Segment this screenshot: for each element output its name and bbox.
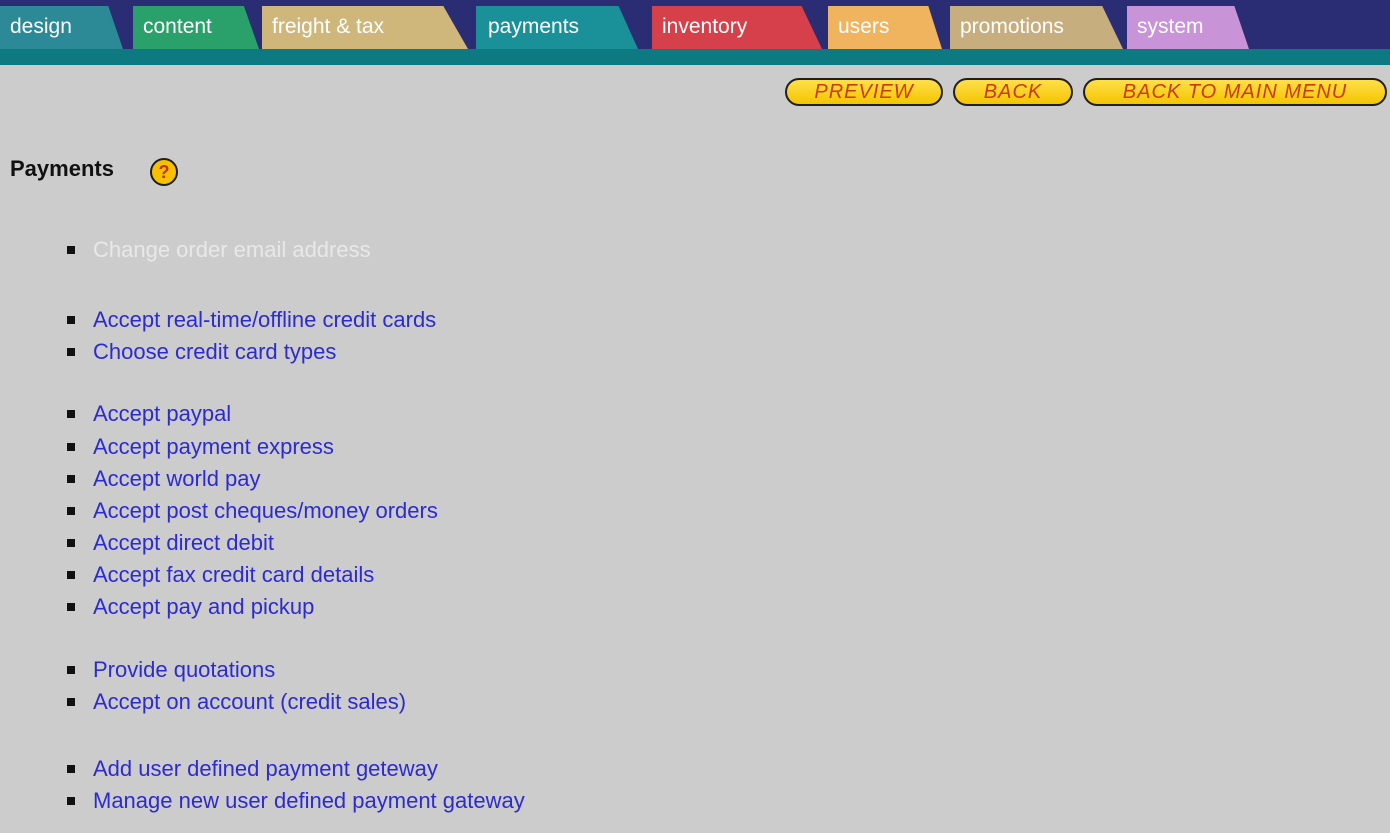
menu-item-change-order-email-address: Change order email address (67, 234, 371, 266)
payments-menu: Change order email address Accept real-t… (0, 0, 1390, 833)
menu-item-accept-on-account[interactable]: Accept on account (credit sales) (67, 686, 406, 718)
bullet-icon (67, 666, 75, 674)
bullet-icon (67, 571, 75, 579)
menu-item-accept-pay-and-pickup[interactable]: Accept pay and pickup (67, 591, 314, 623)
menu-link[interactable]: Manage new user defined payment gateway (93, 790, 525, 812)
bullet-icon (67, 246, 75, 254)
menu-item-manage-payment-gateway[interactable]: Manage new user defined payment gateway (67, 785, 525, 817)
bullet-icon (67, 698, 75, 706)
menu-item-accept-world-pay[interactable]: Accept world pay (67, 463, 261, 495)
menu-link[interactable]: Accept fax credit card details (93, 564, 374, 586)
menu-item-accept-direct-debit[interactable]: Accept direct debit (67, 527, 274, 559)
bullet-icon (67, 410, 75, 418)
bullet-icon (67, 443, 75, 451)
menu-item-accept-credit-cards[interactable]: Accept real-time/offline credit cards (67, 304, 436, 336)
bullet-icon (67, 348, 75, 356)
menu-item-accept-paypal[interactable]: Accept paypal (67, 398, 231, 430)
bullet-icon (67, 765, 75, 773)
bullet-icon (67, 507, 75, 515)
menu-link[interactable]: Choose credit card types (93, 341, 336, 363)
menu-item-add-payment-gateway[interactable]: Add user defined payment geteway (67, 753, 438, 785)
menu-link[interactable]: Accept pay and pickup (93, 596, 314, 618)
bullet-icon (67, 797, 75, 805)
menu-link[interactable]: Accept world pay (93, 468, 261, 490)
menu-link[interactable]: Provide quotations (93, 659, 275, 681)
menu-item-provide-quotations[interactable]: Provide quotations (67, 654, 275, 686)
bullet-icon (67, 603, 75, 611)
menu-link[interactable]: Accept on account (credit sales) (93, 691, 406, 713)
menu-link[interactable]: Accept real-time/offline credit cards (93, 309, 436, 331)
bullet-icon (67, 475, 75, 483)
menu-link[interactable]: Accept paypal (93, 403, 231, 425)
menu-item-choose-credit-card-types[interactable]: Choose credit card types (67, 336, 336, 368)
menu-link[interactable]: Accept post cheques/money orders (93, 500, 438, 522)
bullet-icon (67, 539, 75, 547)
menu-link: Change order email address (93, 237, 371, 262)
bullet-icon (67, 316, 75, 324)
menu-item-accept-fax-credit-card[interactable]: Accept fax credit card details (67, 559, 374, 591)
menu-item-accept-payment-express[interactable]: Accept payment express (67, 431, 334, 463)
menu-link[interactable]: Accept payment express (93, 436, 334, 458)
menu-link[interactable]: Add user defined payment geteway (93, 758, 438, 780)
menu-item-accept-post-cheques[interactable]: Accept post cheques/money orders (67, 495, 438, 527)
menu-link[interactable]: Accept direct debit (93, 532, 274, 554)
